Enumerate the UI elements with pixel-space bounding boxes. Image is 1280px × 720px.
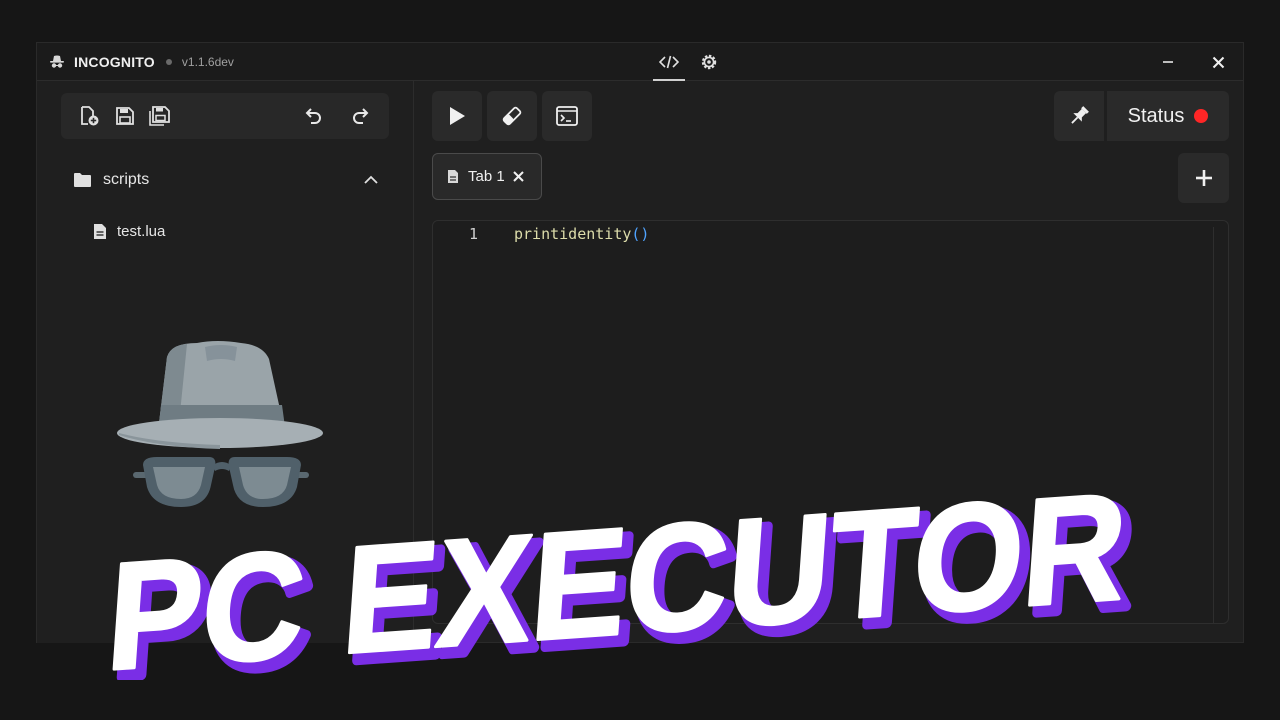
chevron-up-icon[interactable] xyxy=(363,172,379,188)
save-icon xyxy=(116,107,134,125)
folder-icon xyxy=(74,173,91,187)
status-dot xyxy=(1194,109,1209,123)
folder-label: scripts xyxy=(103,171,150,188)
minimize-button[interactable] xyxy=(1143,43,1193,81)
run-icon xyxy=(450,107,465,125)
title-bar-tabs xyxy=(653,43,733,81)
save-all-button[interactable] xyxy=(142,93,178,139)
save-button[interactable] xyxy=(107,93,143,139)
run-button[interactable] xyxy=(432,91,482,141)
incognito-logo-icon xyxy=(50,55,64,68)
line-number: 1 xyxy=(469,225,479,243)
folder-scripts[interactable]: scripts xyxy=(61,163,389,197)
console-button[interactable] xyxy=(542,91,592,141)
title-bar-left: INCOGNITO v1.1.6dev xyxy=(49,43,234,81)
clear-icon xyxy=(502,106,522,126)
code-function: printidentity xyxy=(514,225,632,243)
window-controls xyxy=(1143,43,1243,81)
pin-button[interactable] xyxy=(1054,91,1104,141)
add-tab-button[interactable] xyxy=(1178,153,1229,203)
code-parentheses: () xyxy=(631,225,650,243)
tab-1[interactable]: Tab 1 xyxy=(432,153,542,200)
redo-button[interactable] xyxy=(343,93,379,139)
code-line: printidentity() xyxy=(514,225,649,243)
status-label: Status xyxy=(1127,104,1185,127)
file-icon xyxy=(448,170,458,183)
new-file-button[interactable] xyxy=(71,93,107,139)
editor-scrollbar[interactable] xyxy=(1213,227,1214,623)
file-toolbar xyxy=(61,93,389,139)
console-icon xyxy=(556,106,578,126)
file-item[interactable]: test.lua xyxy=(93,219,165,243)
minimize-icon xyxy=(1163,61,1173,63)
app-version: v1.1.6dev xyxy=(181,55,234,69)
close-window-button[interactable] xyxy=(1193,43,1243,81)
title-banner: PC EXECUTOR PC EXECUTOR xyxy=(101,470,1144,680)
title-bar: INCOGNITO v1.1.6dev xyxy=(37,43,1243,81)
close-icon[interactable] xyxy=(512,171,524,182)
tab-label: Tab 1 xyxy=(468,168,505,185)
close-icon xyxy=(1212,56,1224,68)
pin-icon xyxy=(1071,106,1089,124)
file-label: test.lua xyxy=(117,222,166,240)
code-view-icon xyxy=(659,55,679,69)
new-file-icon xyxy=(81,106,99,126)
plus-icon xyxy=(1195,170,1212,186)
app-name: INCOGNITO xyxy=(74,54,155,70)
title-separator-dot xyxy=(165,59,172,65)
file-icon xyxy=(94,223,106,239)
redo-icon xyxy=(353,108,369,124)
settings-icon xyxy=(701,54,717,70)
clear-button[interactable] xyxy=(487,91,537,141)
undo-icon xyxy=(305,108,321,124)
tab-settings[interactable] xyxy=(693,43,725,81)
status-indicator[interactable]: Status xyxy=(1107,91,1229,141)
tab-editor[interactable] xyxy=(653,43,685,81)
save-all-icon xyxy=(149,106,170,126)
undo-button[interactable] xyxy=(295,93,331,139)
